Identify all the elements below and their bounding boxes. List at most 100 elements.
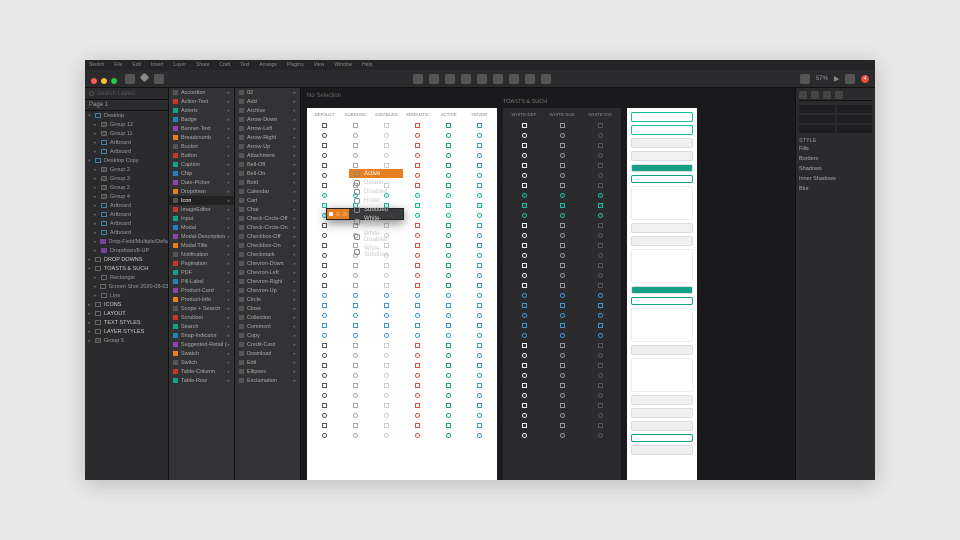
- maximize-window-icon[interactable]: [111, 78, 117, 84]
- flyout-item[interactable]: Archive▸: [235, 106, 300, 115]
- icon-swatch[interactable]: [522, 343, 527, 348]
- flyout-item[interactable]: Dropdown▸: [169, 187, 234, 196]
- inspector-tab[interactable]: [835, 91, 843, 99]
- tool-icon[interactable]: [477, 74, 487, 84]
- icon-swatch[interactable]: [384, 293, 389, 298]
- icon-swatch[interactable]: [522, 183, 527, 188]
- layer-item[interactable]: ▸Group 3: [85, 174, 168, 183]
- icon-swatch[interactable]: [522, 253, 527, 258]
- icon-swatch[interactable]: [353, 403, 358, 408]
- flyout-item[interactable]: Notification▸: [169, 250, 234, 259]
- icon-swatch[interactable]: [477, 353, 482, 358]
- icon-swatch[interactable]: [477, 243, 482, 248]
- flyout-item[interactable]: Bell-On▸: [235, 169, 300, 178]
- icon-swatch[interactable]: [477, 163, 482, 168]
- icon-swatch[interactable]: [560, 193, 565, 198]
- icon-swatch[interactable]: [353, 323, 358, 328]
- icon-swatch[interactable]: [598, 223, 603, 228]
- flyout-item[interactable]: Download▸: [235, 349, 300, 358]
- flyout-item[interactable]: Scrubber▸: [169, 313, 234, 322]
- icon-swatch[interactable]: [322, 153, 327, 158]
- icon-swatch[interactable]: [598, 253, 603, 258]
- size-h-field[interactable]: [837, 115, 873, 123]
- icon-swatch[interactable]: [415, 373, 420, 378]
- state-option[interactable]: White-Disabled: [349, 229, 403, 244]
- icon-swatch[interactable]: [353, 343, 358, 348]
- flyout-item[interactable]: Arrow-Left▸: [235, 124, 300, 133]
- icon-swatch[interactable]: [598, 323, 603, 328]
- flyout-item[interactable]: 02▸: [235, 88, 300, 97]
- flyout-item[interactable]: Snap-Indicator▸: [169, 331, 234, 340]
- icon-swatch[interactable]: [322, 243, 327, 248]
- flyout-item[interactable]: Input▸: [169, 214, 234, 223]
- icon-swatch[interactable]: [415, 213, 420, 218]
- notification-badge[interactable]: 4: [861, 75, 869, 83]
- layer-item[interactable]: ▸DROP DOWNS: [85, 255, 168, 264]
- icon-swatch[interactable]: [322, 133, 327, 138]
- icon-swatch[interactable]: [446, 243, 451, 248]
- icon-swatch[interactable]: [560, 353, 565, 358]
- flyout-item[interactable]: Button▸: [169, 151, 234, 160]
- artboard-icons-dark[interactable]: TOASTS & SUCH WHITE-DEF WHITE-SUB WHITE-…: [503, 108, 621, 480]
- flyout-item[interactable]: Suggested-Retail (PDF)▸: [169, 340, 234, 349]
- icon-swatch[interactable]: [446, 163, 451, 168]
- menu-item[interactable]: Sketch: [89, 62, 104, 68]
- icon-swatch[interactable]: [415, 193, 420, 198]
- size-option[interactable]: [329, 212, 333, 216]
- tool-icon[interactable]: [461, 74, 471, 84]
- icon-swatch[interactable]: [322, 363, 327, 368]
- icon-swatch[interactable]: [598, 363, 603, 368]
- icon-swatch[interactable]: [322, 413, 327, 418]
- expand-chevron-icon[interactable]: ▸: [94, 140, 98, 146]
- layer-item[interactable]: ▸Group 5: [85, 336, 168, 345]
- flyout-item[interactable]: Bell-Off▸: [235, 160, 300, 169]
- icon-swatch[interactable]: [477, 273, 482, 278]
- icon-swatch[interactable]: [384, 273, 389, 278]
- flyout-item[interactable]: Chip▸: [169, 169, 234, 178]
- icon-swatch[interactable]: [415, 393, 420, 398]
- blur-label[interactable]: Blur: [799, 184, 872, 194]
- tool-icon[interactable]: [541, 74, 551, 84]
- expand-chevron-icon[interactable]: ▸: [88, 329, 92, 335]
- menu-item[interactable]: Edit: [132, 62, 141, 68]
- icon-swatch[interactable]: [415, 163, 420, 168]
- icon-swatch[interactable]: [560, 393, 565, 398]
- transform-field[interactable]: [837, 125, 873, 133]
- icon-swatch[interactable]: [560, 373, 565, 378]
- icon-swatch[interactable]: [522, 143, 527, 148]
- layer-item[interactable]: ▸TEXT STYLES: [85, 318, 168, 327]
- icon-swatch[interactable]: [415, 233, 420, 238]
- layer-item[interactable]: ▸Line: [85, 291, 168, 300]
- icon-swatch[interactable]: [322, 273, 327, 278]
- flyout-item[interactable]: Arrow-Up▸: [235, 142, 300, 151]
- icon-swatch[interactable]: [522, 323, 527, 328]
- icon-swatch[interactable]: [322, 163, 327, 168]
- flyout-item[interactable]: Circle▸: [235, 295, 300, 304]
- flyout-item[interactable]: Swatch▸: [169, 349, 234, 358]
- layer-item[interactable]: ▸Artboard: [85, 228, 168, 237]
- icon-swatch[interactable]: [322, 293, 327, 298]
- flyout-item[interactable]: Chevron-Down▸: [235, 259, 300, 268]
- icon-swatch[interactable]: [446, 253, 451, 258]
- icon-swatch[interactable]: [477, 393, 482, 398]
- icon-swatch[interactable]: [446, 423, 451, 428]
- icon-swatch[interactable]: [477, 233, 482, 238]
- flyout-item[interactable]: Action-Text▸: [169, 97, 234, 106]
- icon-swatch[interactable]: [446, 263, 451, 268]
- flyout-item[interactable]: Ellipses▸: [235, 367, 300, 376]
- menu-item[interactable]: Help: [362, 62, 372, 68]
- canvas[interactable]: No Selection DEFAULT SUBDUED DISABLED SE…: [301, 88, 795, 480]
- layer-item[interactable]: ▸Artboard: [85, 219, 168, 228]
- icon-swatch[interactable]: [560, 363, 565, 368]
- expand-chevron-icon[interactable]: ▸: [94, 275, 98, 281]
- icon-swatch[interactable]: [384, 363, 389, 368]
- shadows-label[interactable]: Shadows: [799, 164, 872, 174]
- menu-item[interactable]: Arrange: [259, 62, 277, 68]
- icon-swatch[interactable]: [415, 433, 420, 438]
- icon-swatch[interactable]: [415, 323, 420, 328]
- flyout-item[interactable]: Accordion▸: [169, 88, 234, 97]
- icon-swatch[interactable]: [322, 183, 327, 188]
- layer-item[interactable]: ▸Screen Shot 2020-08-03 ...: [85, 282, 168, 291]
- icon-swatch[interactable]: [522, 353, 527, 358]
- icon-swatch[interactable]: [477, 293, 482, 298]
